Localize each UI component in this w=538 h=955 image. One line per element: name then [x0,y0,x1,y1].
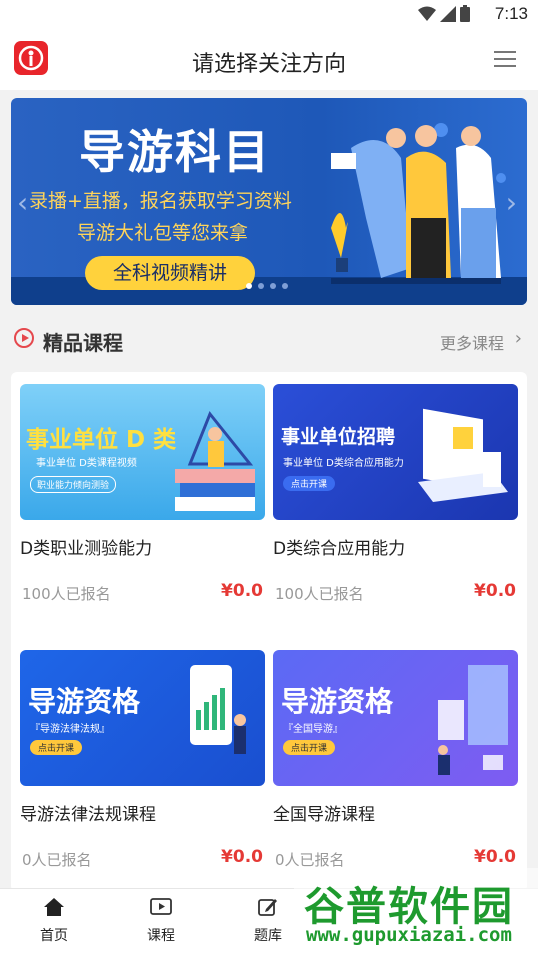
course-grid: 事业单位 D 类 事业单位 D类课程视频 职业能力倾向测验 D类职业测验能力 1… [11,372,527,892]
banner-dot[interactable] [282,283,288,289]
thumb-subtitle: 事业单位 D类课程视频 [36,458,137,469]
battery-icon [460,5,470,22]
course-name: D类综合应用能力 [273,539,406,559]
edit-icon [258,899,277,916]
enrolled-count: 0人已报名 [275,851,345,869]
section-title: 精品课程 [43,331,123,355]
thumb-subtitle: 『全国导游』 [283,724,343,735]
thumb-tag: 点击开课 [30,740,83,755]
course-name: 全国导游课程 [273,805,375,825]
tab-question-bank[interactable]: 题库 [238,897,298,945]
watermark: 谷普软件园 www.gupuxiazai.com [294,868,538,954]
banner-line-2: 导游大礼包等您来拿 [77,222,249,244]
banner-line-1: 录播+直播，报名获取学习资料 [29,190,292,212]
more-courses-link[interactable]: 更多课程 [440,330,504,354]
tab-home[interactable]: 首页 [24,897,84,945]
thumb-title: 导游资格 [281,685,394,718]
course-meta: 100人已报名 ¥0.0 [20,581,265,605]
home-icon [44,898,64,916]
banner-dot[interactable] [258,283,264,289]
course-name: D类职业测验能力 [20,539,153,559]
course-price: ¥0.0 [221,581,263,601]
tab-label: 题库 [254,928,282,944]
banner-dot[interactable] [270,283,276,289]
thumb-title: 事业单位招聘 [281,426,396,448]
page-title[interactable]: 请选择关注方向 [0,46,538,78]
banner-heading: 导游科目 [79,125,271,179]
thumb-subtitle: 『导游法律法规』 [30,724,110,735]
course-price: ¥0.0 [221,847,263,867]
status-icons [418,5,470,22]
thumb-title: 导游资格 [28,685,141,718]
course-meta: 100人已报名 ¥0.0 [273,581,518,605]
app-header: 请选择关注方向 [0,28,538,90]
section-header: 精品课程 更多课程 › [0,318,538,362]
course-card[interactable]: 事业单位招聘 事业单位 D类综合应用能力 点击开课 D类综合应用能力 100人已… [273,384,518,605]
promo-banner[interactable]: 导游科目 录播+直播，报名获取学习资料 导游大礼包等您来拿 全科视频精讲 ‹ › [11,98,527,305]
phone-chart-illustration [190,665,246,754]
course-price: ¥0.0 [474,581,516,601]
course-card[interactable]: 导游资格 『导游法律法规』 点击开课 导游法律法规课程 0人已报名 ¥0.0 [20,650,265,871]
course-thumbnail[interactable]: 导游资格 『导游法律法规』 点击开课 [20,650,265,786]
books-illustration [175,411,255,511]
banner-pill: 全科视频精讲 [85,256,255,290]
chevron-right-icon[interactable]: › [515,328,522,349]
course-thumbnail[interactable]: 事业单位 D 类 事业单位 D类课程视频 职业能力倾向测验 [20,384,265,520]
status-bar: 7:13 [0,0,538,28]
course-name: 导游法律法规课程 [20,805,156,825]
tab-label: 首页 [40,928,68,944]
wifi-icon [418,6,436,21]
enrolled-count: 100人已报名 [275,585,364,603]
thumb-subtitle: 事业单位 D类综合应用能力 [283,458,404,469]
play-circle-icon [14,328,34,348]
course-card[interactable]: 事业单位 D 类 事业单位 D类课程视频 职业能力倾向测验 D类职业测验能力 1… [20,384,265,605]
thumb-tag: 点击开课 [283,740,336,755]
banner-pagination [246,283,288,289]
banner-prev-icon[interactable]: ‹ [17,186,28,219]
course-price: ¥0.0 [474,847,516,867]
enrolled-count: 0人已报名 [22,851,92,869]
status-time: 7:13 [494,4,528,23]
banner-dot[interactable] [246,283,252,289]
banner-next-icon[interactable]: › [506,186,517,219]
course-meta: 0人已报名 ¥0.0 [20,847,265,871]
menu-icon[interactable] [494,51,516,67]
thumb-tag: 点击开课 [283,476,336,491]
tab-courses[interactable]: 课程 [131,897,191,945]
course-thumbnail[interactable]: 事业单位招聘 事业单位 D类综合应用能力 点击开课 [273,384,518,520]
course-card[interactable]: 导游资格 『全国导游』 点击开课 全国导游课程 0人已报名 ¥0.0 [273,650,518,871]
enrolled-count: 100人已报名 [22,585,111,603]
video-icon [150,898,172,915]
watermark-url: www.gupuxiazai.com [306,924,512,946]
tab-label: 课程 [147,928,175,944]
signal-icon [440,5,456,22]
course-thumbnail[interactable]: 导游资格 『全国导游』 点击开课 [273,650,518,786]
thumb-tag: 职业能力倾向测验 [30,476,117,493]
thumb-title: 事业单位 D 类 [26,427,177,453]
data-boards-illustration [438,665,508,775]
banner-illustration [331,123,506,284]
laptop-illustration [418,408,508,502]
